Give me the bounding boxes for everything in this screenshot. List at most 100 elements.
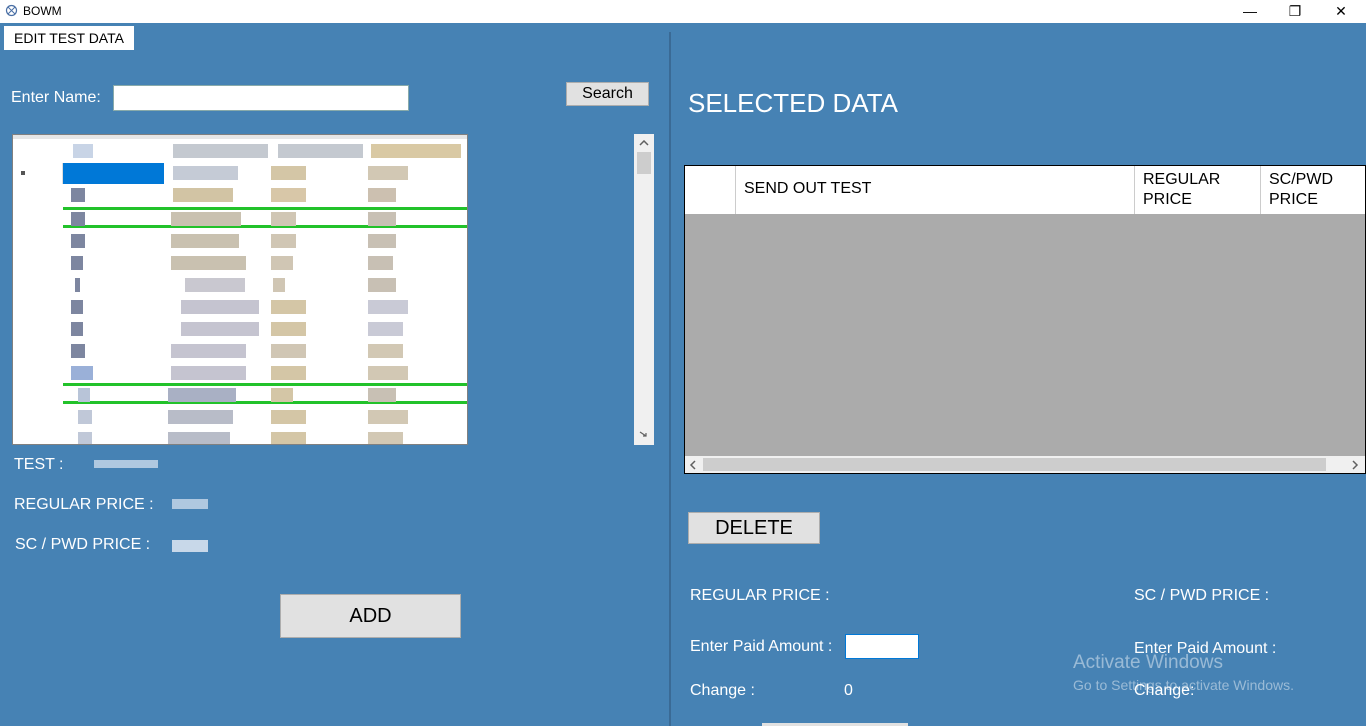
enter-name-label: Enter Name:	[11, 89, 101, 106]
table-cell[interactable]	[171, 212, 241, 226]
table-cell[interactable]	[173, 166, 238, 180]
table-row[interactable]	[13, 209, 467, 230]
table-row[interactable]	[13, 297, 467, 318]
table-cell[interactable]	[368, 366, 408, 380]
table-cell[interactable]	[168, 432, 230, 444]
table-row[interactable]	[13, 253, 467, 274]
table-cell[interactable]	[273, 278, 285, 292]
table-cell[interactable]	[368, 166, 408, 180]
watermark-title: Activate Windows	[1073, 652, 1223, 673]
table-cell[interactable]	[71, 300, 83, 314]
change-value: 0	[844, 682, 853, 699]
column-send-out-test[interactable]: SEND OUT TEST	[736, 166, 1135, 214]
table-cell[interactable]	[71, 344, 85, 358]
table-cell[interactable]	[168, 410, 233, 424]
table-cell[interactable]	[181, 322, 259, 336]
table-cell[interactable]	[271, 344, 306, 358]
grid-vertical-scrollbar[interactable]	[634, 134, 654, 445]
tab-edit-test-data[interactable]: EDIT TEST DATA	[4, 26, 134, 50]
enter-paid-amount-label: Enter Paid Amount :	[690, 638, 833, 655]
table-row[interactable]	[13, 231, 467, 252]
chevron-right-icon[interactable]	[1351, 460, 1359, 470]
table-cell[interactable]	[173, 188, 233, 202]
table-cell[interactable]	[185, 278, 245, 292]
table-cell[interactable]	[368, 388, 396, 402]
header-cell	[278, 144, 363, 158]
sc-pwd-price-label: SC / PWD PRICE :	[15, 536, 151, 553]
table-cell[interactable]	[78, 388, 90, 402]
table-cell[interactable]	[368, 212, 396, 226]
selected-grid-header: SEND OUT TEST REGULAR PRICE SC/PWD PRICE	[685, 166, 1365, 214]
table-cell[interactable]	[368, 410, 408, 424]
test-value	[94, 460, 158, 468]
selected-data-grid[interactable]: SEND OUT TEST REGULAR PRICE SC/PWD PRICE	[684, 165, 1366, 474]
scroll-thumb[interactable]	[637, 152, 651, 174]
table-cell[interactable]	[271, 234, 296, 248]
chevron-up-icon[interactable]	[639, 140, 649, 146]
column-regular-price[interactable]: REGULAR PRICE	[1135, 166, 1261, 214]
table-cell[interactable]	[171, 234, 239, 248]
add-button[interactable]: ADD	[280, 594, 461, 638]
search-input[interactable]	[113, 85, 409, 111]
table-cell[interactable]	[368, 278, 396, 292]
table-row[interactable]	[13, 185, 467, 206]
column-sc-pwd-price[interactable]: SC/PWD PRICE	[1261, 166, 1365, 214]
table-cell[interactable]	[71, 212, 85, 226]
delete-button[interactable]: DELETE	[688, 512, 820, 544]
table-cell[interactable]	[181, 300, 259, 314]
table-cell[interactable]	[271, 212, 296, 226]
table-cell[interactable]	[271, 388, 293, 402]
table-cell[interactable]	[271, 166, 306, 180]
table-row[interactable]	[13, 429, 467, 444]
table-cell[interactable]	[271, 322, 306, 336]
table-cell[interactable]	[271, 410, 306, 424]
header-cell	[173, 144, 268, 158]
table-row[interactable]	[13, 319, 467, 340]
table-cell[interactable]	[368, 322, 403, 336]
table-row[interactable]	[13, 275, 467, 296]
table-row[interactable]	[13, 163, 467, 184]
table-cell[interactable]	[271, 188, 306, 202]
table-row[interactable]	[13, 341, 467, 362]
table-cell[interactable]	[368, 256, 393, 270]
table-cell[interactable]	[78, 432, 92, 444]
table-cell[interactable]	[71, 188, 85, 202]
table-cell[interactable]	[75, 278, 80, 292]
close-button[interactable]: ✕	[1318, 0, 1364, 23]
grid-horizontal-scrollbar[interactable]	[685, 456, 1365, 473]
search-button[interactable]: Search	[566, 82, 649, 106]
table-cell[interactable]	[368, 432, 403, 444]
scroll-thumb[interactable]	[703, 458, 1326, 471]
table-cell[interactable]	[271, 300, 306, 314]
test-data-grid[interactable]	[12, 134, 468, 445]
row-pointer-icon	[21, 171, 25, 175]
table-cell[interactable]	[71, 234, 85, 248]
app-icon	[5, 4, 18, 17]
table-row[interactable]	[13, 407, 467, 428]
table-cell[interactable]	[71, 322, 83, 336]
table-cell[interactable]	[368, 188, 396, 202]
table-row[interactable]	[13, 363, 467, 384]
maximize-button[interactable]: ❐	[1272, 0, 1318, 23]
table-cell[interactable]	[368, 344, 403, 358]
chevron-left-icon[interactable]	[689, 460, 697, 470]
table-cell[interactable]	[168, 388, 236, 402]
right-sc-pwd-price-label: SC / PWD PRICE :	[1134, 587, 1270, 604]
selected-cell[interactable]	[63, 163, 164, 184]
table-cell[interactable]	[71, 366, 93, 380]
table-cell[interactable]	[368, 300, 408, 314]
resize-grip-icon	[639, 431, 647, 437]
table-row[interactable]	[13, 385, 467, 406]
table-cell[interactable]	[368, 234, 396, 248]
table-cell[interactable]	[271, 366, 306, 380]
table-cell[interactable]	[171, 366, 246, 380]
table-cell[interactable]	[71, 256, 83, 270]
table-cell[interactable]	[78, 410, 92, 424]
table-cell[interactable]	[171, 256, 246, 270]
regular-price-value	[172, 499, 208, 509]
paid-amount-input[interactable]	[845, 634, 919, 659]
minimize-button[interactable]: —	[1227, 0, 1273, 23]
table-cell[interactable]	[271, 256, 293, 270]
table-cell[interactable]	[271, 432, 306, 444]
table-cell[interactable]	[171, 344, 246, 358]
